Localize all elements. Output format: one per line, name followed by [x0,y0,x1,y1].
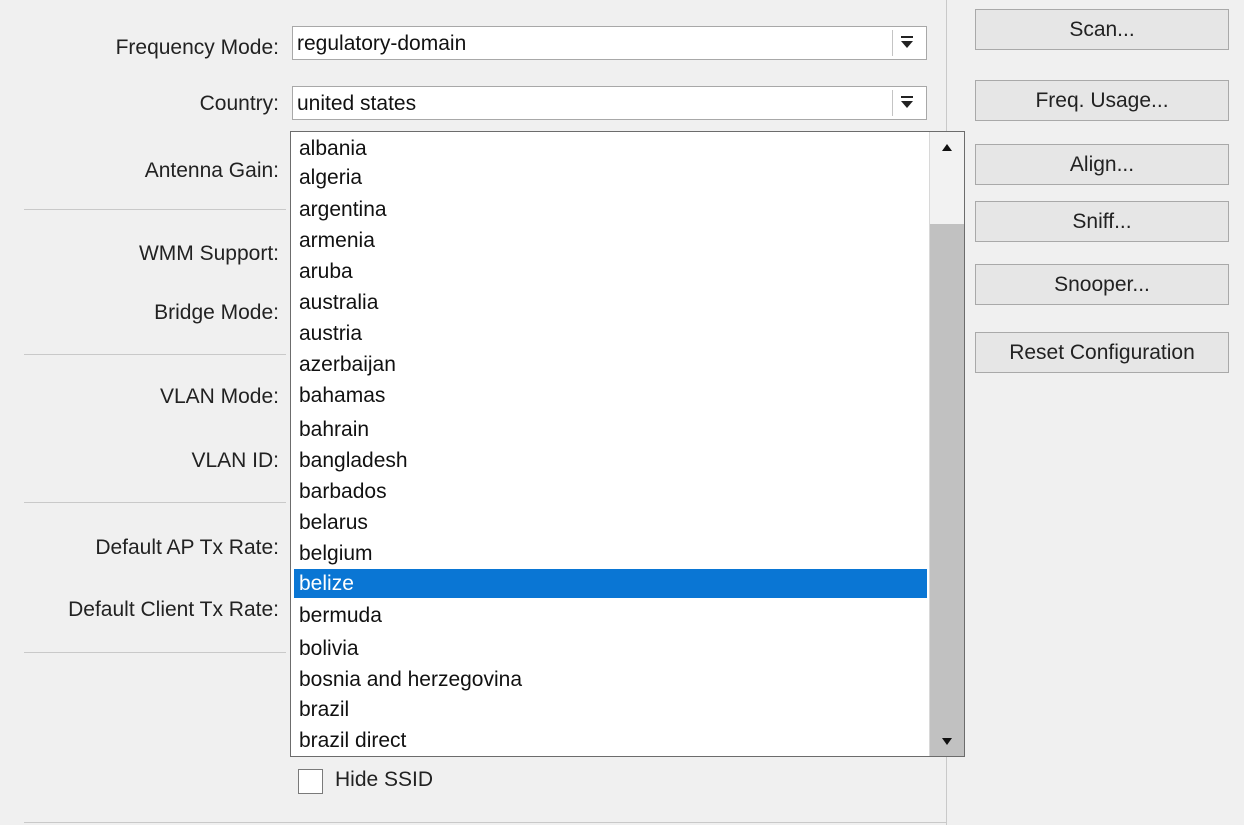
bridge-mode-label: Bridge Mode: [154,301,279,324]
vlan-id-label: VLAN ID: [191,449,279,472]
list-item[interactable]: brazil direct [294,726,927,755]
list-item[interactable]: albania [294,134,927,163]
country-select[interactable]: united states [292,86,927,120]
hide-ssid-checkbox[interactable] [298,769,323,794]
list-item[interactable]: bangladesh [294,446,927,475]
dropdown-scrollbar[interactable] [929,132,964,756]
vlan-mode-label: VLAN Mode: [159,385,279,408]
list-item[interactable]: armenia [294,226,927,255]
list-item[interactable]: austria [294,319,927,348]
country-label: Country: [199,92,279,115]
chevron-down-bar-icon[interactable] [892,30,921,56]
section-divider [24,209,286,210]
list-item-selected[interactable]: belize [294,569,927,598]
reset-configuration-button[interactable]: Reset Configuration [975,332,1229,373]
frequency-mode-value: regulatory-domain [297,32,467,55]
arrow-up-icon[interactable] [930,132,964,162]
arrow-down-icon[interactable] [930,726,964,756]
list-item[interactable]: argentina [294,195,927,224]
list-item[interactable]: bahrain [294,415,927,444]
country-dropdown-list[interactable]: albania algeria argentina armenia aruba … [290,131,965,757]
list-item[interactable]: belarus [294,508,927,537]
scrollbar-thumb[interactable] [930,224,964,756]
section-divider [24,502,286,503]
chevron-down-bar-icon[interactable] [892,90,921,116]
list-item[interactable]: aruba [294,257,927,286]
list-item[interactable]: belgium [294,539,927,568]
default-ap-tx-rate-label: Default AP Tx Rate: [95,536,279,559]
snooper-button[interactable]: Snooper... [975,264,1229,305]
list-item[interactable]: bermuda [294,601,927,630]
default-client-tx-rate-label: Default Client Tx Rate: [68,598,279,621]
country-value: united states [297,92,417,115]
wmm-support-label: WMM Support: [138,242,279,265]
list-item[interactable]: bolivia [294,634,927,663]
section-divider [24,822,946,823]
sniff-button[interactable]: Sniff... [975,201,1229,242]
list-item[interactable]: algeria [294,163,927,192]
section-divider [24,652,286,653]
frequency-mode-label: Frequency Mode: [115,36,279,59]
frequency-mode-select[interactable]: regulatory-domain [292,26,927,60]
hide-ssid-label: Hide SSID [335,768,434,791]
list-item[interactable]: bahamas [294,381,927,410]
list-item[interactable]: azerbaijan [294,350,927,379]
list-item[interactable]: barbados [294,477,927,506]
align-button[interactable]: Align... [975,144,1229,185]
list-item[interactable]: australia [294,288,927,317]
section-divider [24,354,286,355]
freq-usage-button[interactable]: Freq. Usage... [975,80,1229,121]
list-item[interactable]: bosnia and herzegovina [294,665,927,694]
scan-button[interactable]: Scan... [975,9,1229,50]
list-item[interactable]: brazil [294,695,927,724]
antenna-gain-label: Antenna Gain: [144,159,279,182]
